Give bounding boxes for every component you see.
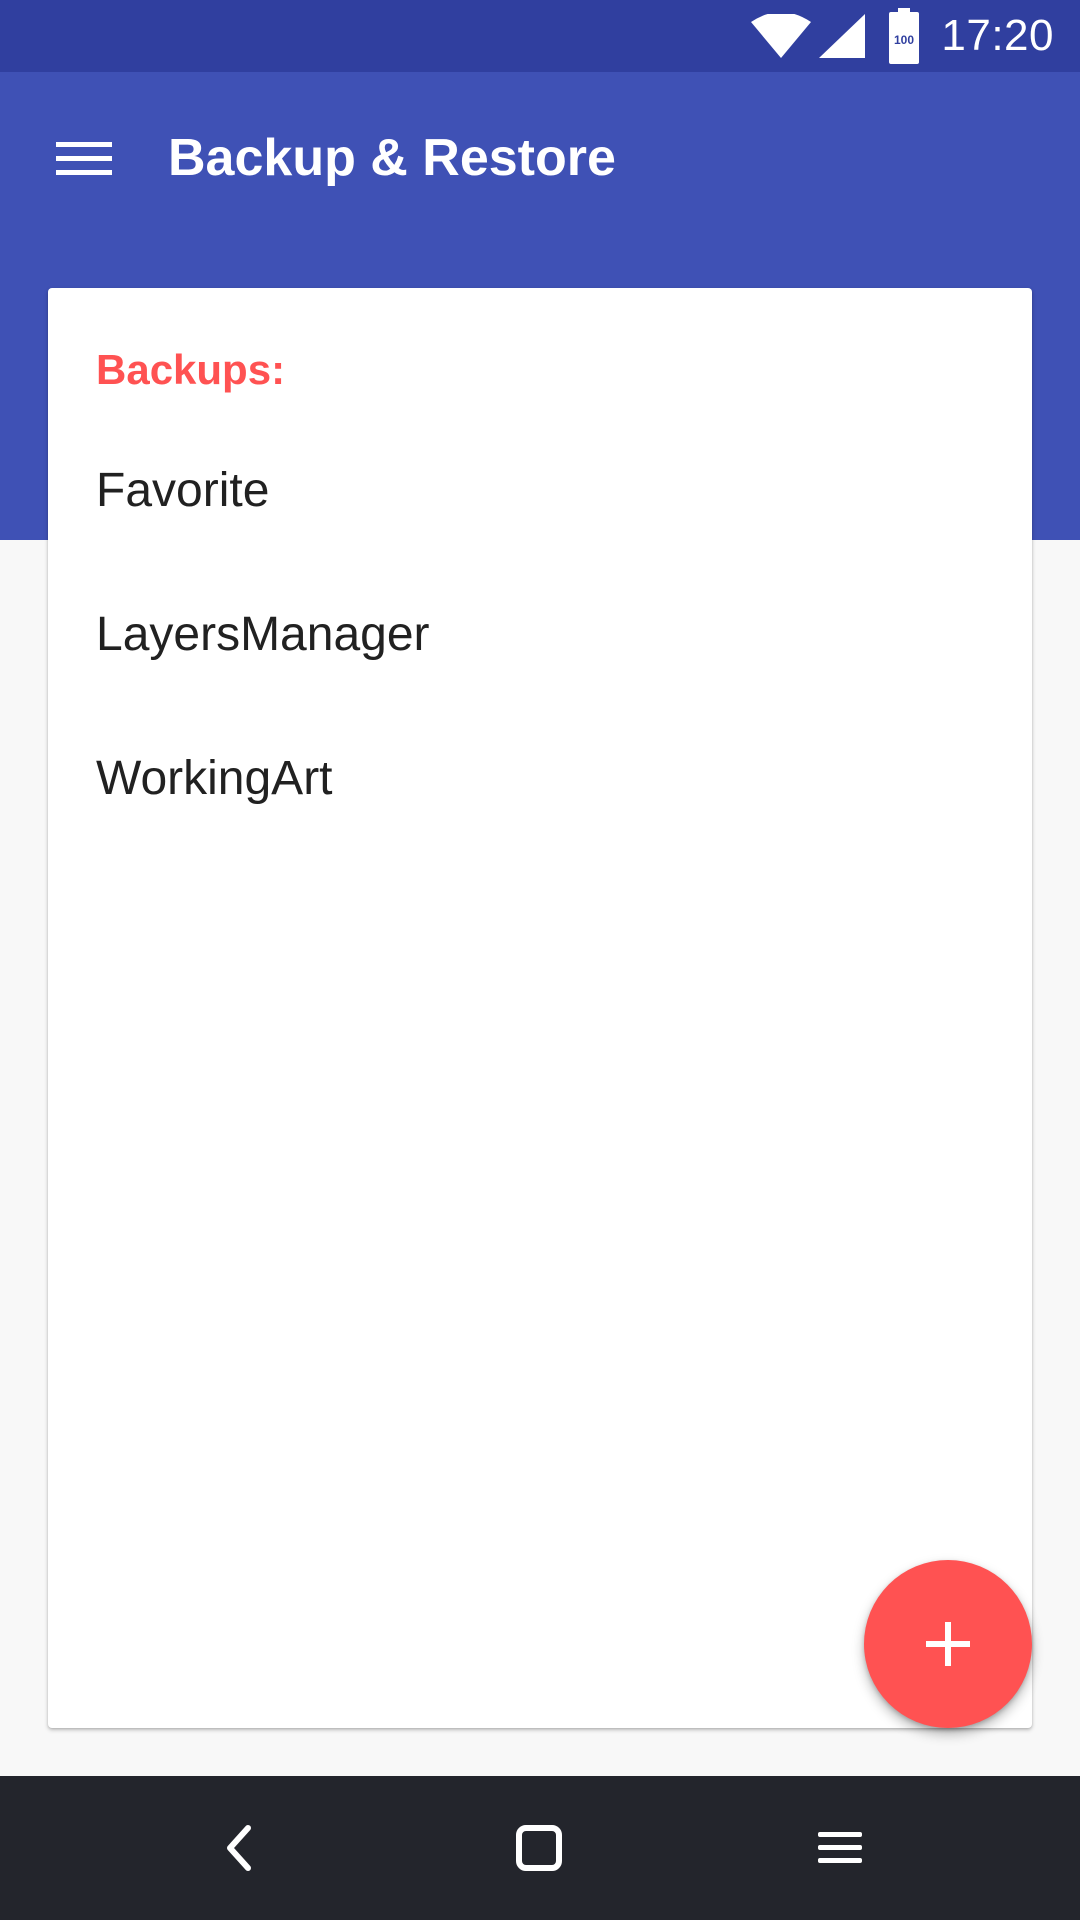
battery-level: 100: [894, 33, 914, 47]
backup-list: Favorite LayersManager WorkingArt: [48, 418, 1032, 850]
backups-card: Backups: Favorite LayersManager WorkingA…: [48, 288, 1032, 1728]
backups-header: Backups:: [96, 346, 286, 393]
home-icon: [516, 1825, 562, 1871]
navigation-menu-button[interactable]: [50, 124, 118, 192]
wifi-icon: [751, 12, 812, 58]
home-button[interactable]: [503, 1812, 575, 1884]
plus-icon: [926, 1622, 970, 1666]
backup-item-layersmanager[interactable]: LayersManager: [48, 562, 1032, 706]
signal-icon: [819, 14, 866, 58]
menu-icon: [818, 1832, 862, 1863]
app-title: Backup & Restore: [168, 129, 616, 187]
system-navigation-bar: [0, 1776, 1080, 1920]
add-backup-button[interactable]: [864, 1560, 1032, 1728]
status-bar: 100 17:20: [0, 0, 1080, 72]
screen: 100 17:20 Backup & Restore Backups: Favo…: [0, 0, 1080, 1920]
back-icon: [227, 1825, 251, 1871]
backup-item-favorite[interactable]: Favorite: [48, 418, 1032, 562]
recents-button[interactable]: [804, 1812, 876, 1884]
status-icons: 100 17:20: [751, 0, 1054, 72]
battery-icon: 100: [889, 8, 920, 64]
hamburger-menu-icon: [56, 142, 112, 175]
backup-item-workingart[interactable]: WorkingArt: [48, 706, 1032, 850]
back-button[interactable]: [204, 1812, 276, 1884]
status-time: 17:20: [941, 11, 1054, 60]
